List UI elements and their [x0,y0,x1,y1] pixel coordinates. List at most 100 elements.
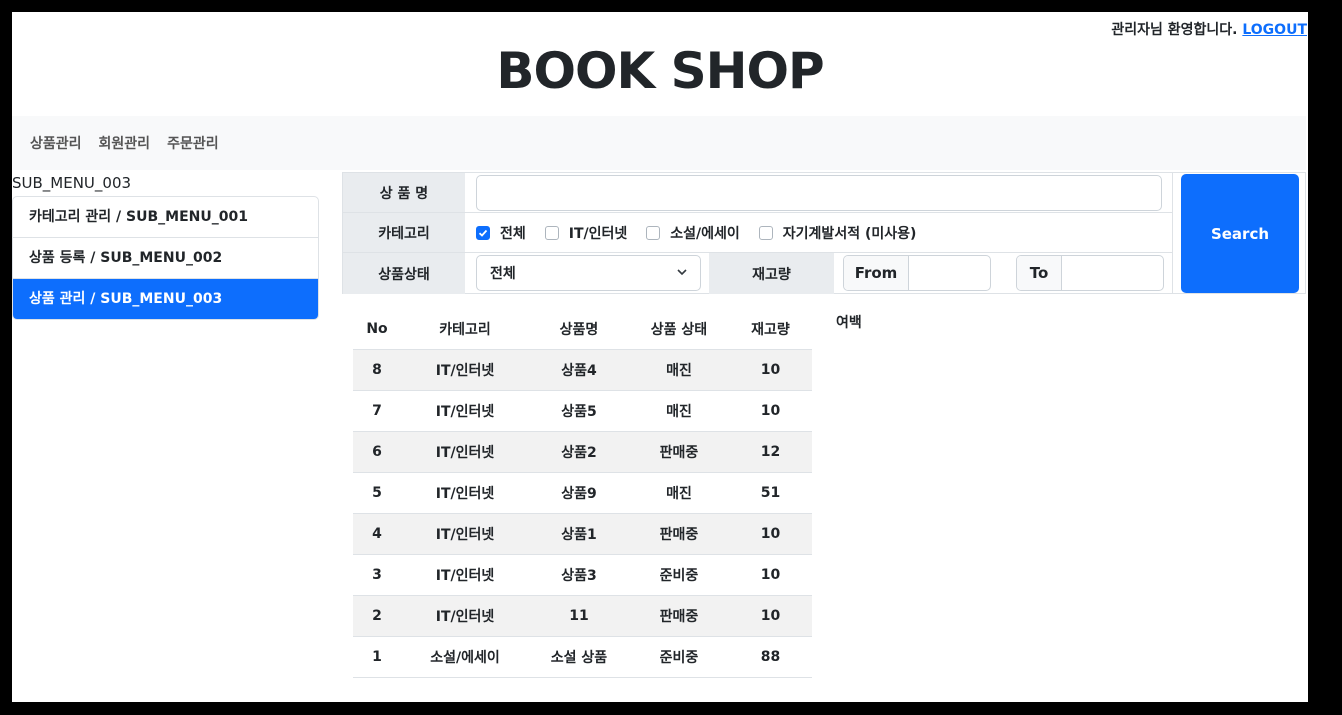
sidebar-item-category-manage[interactable]: 카테고리 관리 / SUB_MENU_001 [13,197,318,238]
sidebar-menu: 카테고리 관리 / SUB_MENU_001 상품 등록 / SUB_MENU_… [12,196,319,320]
sidebar-item-product-manage[interactable]: 상품 관리 / SUB_MENU_003 [13,279,318,319]
checkbox-checked-icon [476,226,490,240]
stock-label: 재고량 [709,253,834,294]
divider [1172,173,1173,294]
nav-item-order[interactable]: 주문관리 [167,133,219,153]
stock-from-label: From [844,256,909,290]
cell-category: IT/인터넷 [401,349,529,391]
table-row[interactable]: 4 IT/인터넷 상품1 판매중 10 [353,513,812,555]
status-select[interactable]: 전체 [476,255,701,291]
cell-no: 7 [353,390,401,432]
top-nav: 상품관리 회원관리 주문관리 [12,116,1306,170]
checkbox-label: 소설/에세이 [670,226,740,242]
cell-category: IT/인터넷 [401,595,529,637]
cell-category: IT/인터넷 [401,554,529,596]
checkbox-label: IT/인터넷 [568,226,628,242]
cell-stock: 10 [729,595,812,637]
chevron-down-icon [676,266,688,282]
cell-no: 6 [353,431,401,473]
welcome-text: 관리자님 환영합니다. [1111,22,1238,38]
page-frame: 관리자님 환영합니다. LOGOUT BOOK SHOP 상품관리 회원관리 주… [12,12,1308,702]
cell-product-name: 상품9 [529,472,629,514]
status-label: 상품상태 [343,253,465,294]
stock-from-group: From [843,255,991,291]
checkbox-unchecked-icon [646,226,661,240]
results-table: No 카테고리 상품명 상품 상태 재고량 8 IT/인터넷 상품4 매진 10… [353,308,812,678]
table-row[interactable]: 8 IT/인터넷 상품4 매진 10 [353,349,812,391]
search-row-category: 카테고리 전체 IT/인터넷 소설/에세이 자기계발서적 (미사용) [343,213,1173,253]
column-header: 재고량 [729,308,812,350]
stock-from-input[interactable] [909,256,990,290]
category-label: 카테고리 [343,213,465,252]
cell-product-name: 상품1 [529,513,629,555]
cell-stock: 10 [729,554,812,596]
table-row[interactable]: 3 IT/인터넷 상품3 준비중 10 [353,554,812,596]
cell-product-name: 상품2 [529,431,629,473]
user-bar: 관리자님 환영합니다. LOGOUT [1111,19,1307,39]
stock-to-label: To [1017,256,1062,290]
checkbox-label: 자기계발서적 (미사용) [782,226,917,242]
cell-stock: 10 [729,390,812,432]
table-row[interactable]: 6 IT/인터넷 상품2 판매중 12 [353,431,812,473]
cell-no: 4 [353,513,401,555]
nav-item-member[interactable]: 회원관리 [99,133,151,153]
category-checkbox-selfhelp[interactable]: 자기계발서적 (미사용) [758,223,917,243]
search-button[interactable]: Search [1181,174,1299,293]
cell-category: IT/인터넷 [401,390,529,432]
cell-category: IT/인터넷 [401,431,529,473]
search-row-status: 상품상태 전체 재고량 From To [343,253,1173,294]
cell-status: 준비중 [629,636,729,678]
cell-status: 판매중 [629,595,729,637]
margin-note: 여백 [836,315,862,331]
cell-category: IT/인터넷 [401,472,529,514]
category-checkbox-all[interactable]: 전체 [476,223,526,243]
nav-item-product[interactable]: 상품관리 [30,133,82,153]
search-form: 상 품 명 카테고리 전체 IT/인터넷 소설/에세이 자기계발서적 (미사용)… [342,172,1306,294]
category-checkboxes: 전체 IT/인터넷 소설/에세이 자기계발서적 (미사용) [476,213,935,253]
cell-no: 5 [353,472,401,514]
table-row[interactable]: 1 소설/에세이 소설 상품 준비중 88 [353,636,812,678]
category-checkbox-it[interactable]: IT/인터넷 [544,223,628,243]
column-header: 상품명 [529,308,629,350]
search-row-name: 상 품 명 [343,173,1173,213]
cell-stock: 10 [729,513,812,555]
checkbox-unchecked-icon [758,226,773,240]
product-name-input[interactable] [476,175,1162,211]
column-header: 상품 상태 [629,308,729,350]
cell-product-name: 상품5 [529,390,629,432]
column-header: No [353,308,401,350]
table-row[interactable]: 7 IT/인터넷 상품5 매진 10 [353,390,812,432]
cell-status: 판매중 [629,431,729,473]
product-name-label: 상 품 명 [343,173,465,212]
cell-stock: 88 [729,636,812,678]
stock-to-group: To [1016,255,1164,291]
category-checkbox-novel[interactable]: 소설/에세이 [646,223,740,243]
cell-status: 매진 [629,472,729,514]
cell-product-name: 소설 상품 [529,636,629,678]
table-row[interactable]: 2 IT/인터넷 11 판매중 10 [353,595,812,637]
cell-status: 매진 [629,390,729,432]
sidebar-item-product-register[interactable]: 상품 등록 / SUB_MENU_002 [13,238,318,279]
stock-to-input[interactable] [1062,256,1163,290]
cell-stock: 12 [729,431,812,473]
cell-product-name: 11 [529,595,629,637]
cell-product-name: 상품4 [529,349,629,391]
cell-no: 2 [353,595,401,637]
cell-no: 8 [353,349,401,391]
checkbox-label: 전체 [500,226,526,242]
brand-title: BOOK SHOP [496,42,824,100]
cell-no: 1 [353,636,401,678]
cell-status: 준비중 [629,554,729,596]
cell-product-name: 상품3 [529,554,629,596]
status-select-value: 전체 [490,266,516,282]
sidebar-title: SUB_MENU_003 [12,174,132,192]
logout-link[interactable]: LOGOUT [1242,22,1307,38]
cell-status: 판매중 [629,513,729,555]
cell-stock: 10 [729,349,812,391]
cell-category: 소설/에세이 [401,636,529,678]
column-header: 카테고리 [401,308,529,350]
cell-category: IT/인터넷 [401,513,529,555]
cell-no: 3 [353,554,401,596]
cell-stock: 51 [729,472,812,514]
table-row[interactable]: 5 IT/인터넷 상품9 매진 51 [353,472,812,514]
